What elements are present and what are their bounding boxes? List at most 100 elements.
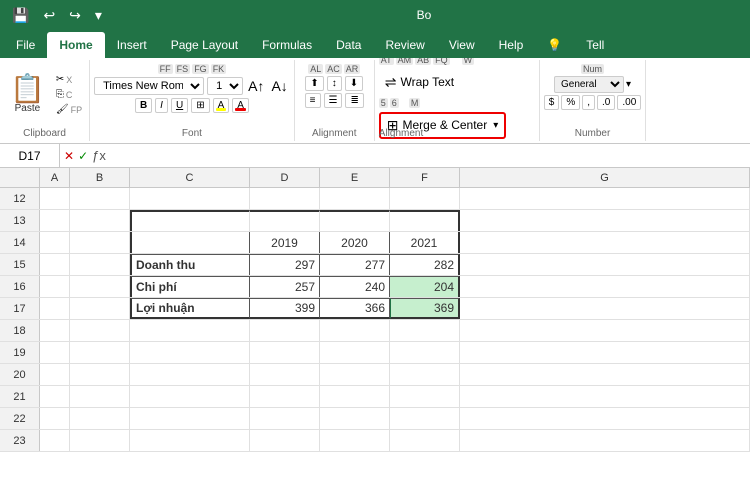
wrap-text-button[interactable]: ⇌ Wrap Text [379, 71, 460, 94]
cell-b15[interactable] [70, 254, 130, 275]
tab-insert[interactable]: Insert [105, 32, 159, 58]
cell-f16[interactable]: 204 [390, 276, 460, 297]
cell-e17[interactable]: 366 [320, 298, 390, 319]
tab-formulas[interactable]: Formulas [250, 32, 324, 58]
cancel-formula-icon[interactable]: ✕ [64, 149, 74, 163]
cell-f17[interactable]: 369 [390, 298, 460, 319]
font-name-select[interactable]: Times New Roman [94, 77, 204, 95]
bold-button[interactable]: B [135, 98, 152, 113]
cell-d20[interactable] [250, 364, 320, 385]
tab-data[interactable]: Data [324, 32, 373, 58]
cell-d16[interactable]: 257 [250, 276, 320, 297]
cell-b23[interactable] [70, 430, 130, 451]
cell-c22[interactable] [130, 408, 250, 429]
copy-button[interactable]: ⎘ C [53, 88, 85, 101]
redo-icon[interactable]: ↪ [65, 5, 85, 26]
cell-g12[interactable] [460, 188, 750, 209]
cell-e19[interactable] [320, 342, 390, 363]
tab-page-layout[interactable]: Page Layout [159, 32, 250, 58]
align-center-button[interactable]: ☰ [324, 93, 343, 108]
cell-g22[interactable] [460, 408, 750, 429]
cell-a15[interactable] [40, 254, 70, 275]
col-header-a[interactable]: A [40, 168, 70, 187]
cell-b20[interactable] [70, 364, 130, 385]
cell-c18[interactable] [130, 320, 250, 341]
cell-b18[interactable] [70, 320, 130, 341]
col-header-f[interactable]: F [390, 168, 460, 187]
font-grow-button[interactable]: A↑ [246, 77, 266, 95]
number-format-select[interactable]: General [554, 76, 624, 93]
cell-e18[interactable] [320, 320, 390, 341]
increase-decimal-button[interactable]: .0 [597, 95, 615, 110]
align-bottom-button[interactable]: ⬇ [345, 76, 363, 91]
cell-d14[interactable]: 2019 [250, 232, 320, 253]
col-header-g[interactable]: G [460, 168, 750, 187]
cell-g16[interactable] [460, 276, 750, 297]
col-header-e[interactable]: E [320, 168, 390, 187]
tab-help[interactable]: Help [487, 32, 536, 58]
align-middle-button[interactable]: ↕ [327, 76, 342, 91]
cell-e20[interactable] [320, 364, 390, 385]
font-color-button[interactable]: A [232, 98, 249, 113]
cell-c23[interactable] [130, 430, 250, 451]
cell-b16[interactable] [70, 276, 130, 297]
cell-f15[interactable]: 282 [390, 254, 460, 275]
font-shrink-button[interactable]: A↓ [269, 77, 289, 95]
cell-e14[interactable]: 2020 [320, 232, 390, 253]
cell-g13[interactable] [460, 210, 750, 231]
cell-d19[interactable] [250, 342, 320, 363]
border-button[interactable]: ⊞ [191, 98, 209, 113]
cell-g14[interactable] [460, 232, 750, 253]
cell-f13[interactable] [390, 210, 460, 231]
cell-d18[interactable] [250, 320, 320, 341]
cell-g15[interactable] [460, 254, 750, 275]
cell-d23[interactable] [250, 430, 320, 451]
currency-button[interactable]: $ [544, 95, 560, 110]
cell-c15[interactable]: Doanh thu [130, 254, 250, 275]
cell-b21[interactable] [70, 386, 130, 407]
cell-b13[interactable] [70, 210, 130, 231]
cell-a17[interactable] [40, 298, 70, 319]
cell-f19[interactable] [390, 342, 460, 363]
italic-button[interactable]: I [155, 98, 168, 113]
cell-a13[interactable] [40, 210, 70, 231]
cell-c16[interactable]: Chi phí [130, 276, 250, 297]
cell-a22[interactable] [40, 408, 70, 429]
cell-d21[interactable] [250, 386, 320, 407]
cell-e22[interactable] [320, 408, 390, 429]
cell-f21[interactable] [390, 386, 460, 407]
format-painter-button[interactable]: 🖌 FP [53, 103, 85, 116]
more-icon[interactable]: ▾ [91, 5, 106, 26]
cell-b17[interactable] [70, 298, 130, 319]
underline-button[interactable]: U [171, 98, 188, 113]
cell-d15[interactable]: 297 [250, 254, 320, 275]
confirm-formula-icon[interactable]: ✓ [78, 149, 88, 163]
cell-f14[interactable]: 2021 [390, 232, 460, 253]
font-size-select[interactable]: 13 [207, 77, 243, 95]
comma-button[interactable]: , [582, 95, 595, 110]
cell-f12[interactable] [390, 188, 460, 209]
cell-f20[interactable] [390, 364, 460, 385]
cell-e12[interactable] [320, 188, 390, 209]
paste-button[interactable]: 📋 Paste [4, 73, 51, 116]
tab-home[interactable]: Home [47, 32, 104, 58]
cell-c21[interactable] [130, 386, 250, 407]
cell-b22[interactable] [70, 408, 130, 429]
cell-a12[interactable] [40, 188, 70, 209]
col-header-d[interactable]: D [250, 168, 320, 187]
save-icon[interactable]: 💾 [8, 5, 33, 26]
tab-tell[interactable]: Tell [574, 32, 616, 58]
tab-view[interactable]: View [437, 32, 487, 58]
cell-g17[interactable] [460, 298, 750, 319]
percent-button[interactable]: % [561, 95, 580, 110]
cell-a21[interactable] [40, 386, 70, 407]
cell-a23[interactable] [40, 430, 70, 451]
cell-e16[interactable]: 240 [320, 276, 390, 297]
cell-d12[interactable] [250, 188, 320, 209]
cell-b12[interactable] [70, 188, 130, 209]
cell-f18[interactable] [390, 320, 460, 341]
cell-f23[interactable] [390, 430, 460, 451]
cell-g23[interactable] [460, 430, 750, 451]
cell-e13[interactable] [320, 210, 390, 231]
insert-function-icon[interactable]: ƒx [92, 148, 106, 163]
